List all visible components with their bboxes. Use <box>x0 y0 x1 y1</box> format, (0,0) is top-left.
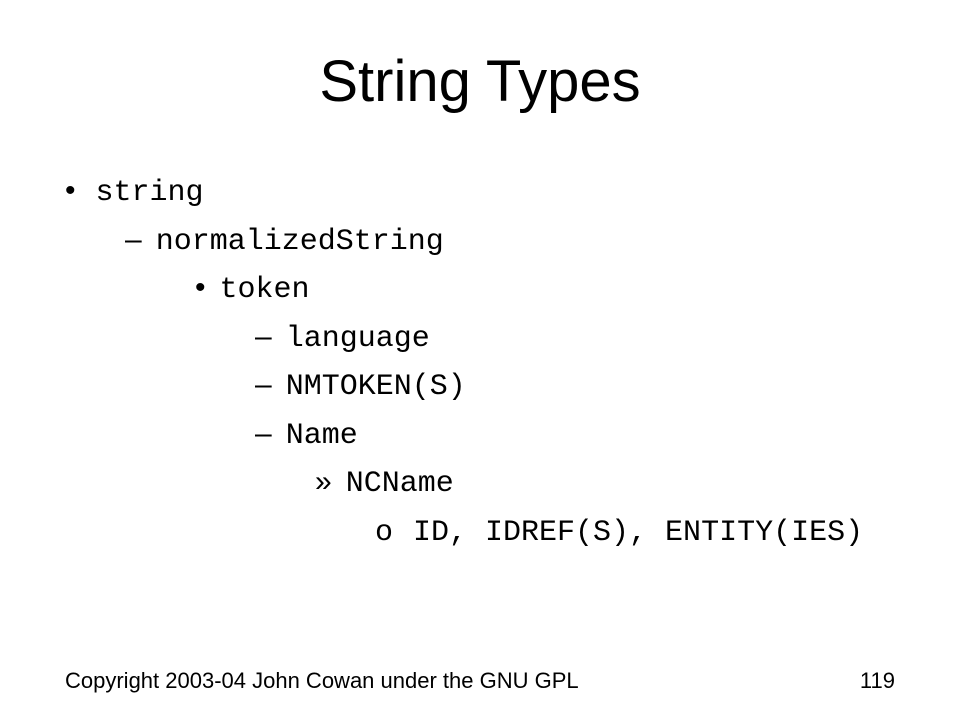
list-item: normalizedString <box>125 217 920 266</box>
slide: String Types string normalizedString tok… <box>0 0 960 720</box>
slide-title: String Types <box>0 48 960 115</box>
slide-content: string normalizedString token language N… <box>65 168 920 556</box>
list-item: language <box>255 314 920 363</box>
list-item: string <box>65 168 920 217</box>
list-text: language <box>286 322 430 356</box>
page-number: 119 <box>860 668 895 694</box>
list-item: NCName <box>315 459 920 508</box>
list-item: Name <box>255 411 920 460</box>
list-text: NMTOKEN(S) <box>286 370 466 404</box>
slide-footer: Copyright 2003-04 John Cowan under the G… <box>65 668 895 694</box>
list-text: normalizedString <box>156 225 444 259</box>
copyright-text: Copyright 2003-04 John Cowan under the G… <box>65 668 579 694</box>
list-text: string <box>96 176 204 210</box>
list-item: ID, IDREF(S), ENTITY(IES) <box>375 508 920 557</box>
list-text: ID, IDREF(S), ENTITY(IES) <box>413 516 863 550</box>
list-text: token <box>220 273 310 307</box>
list-item: token <box>195 265 920 314</box>
list-text: NCName <box>346 467 454 501</box>
list-text: Name <box>286 419 358 453</box>
list-item: NMTOKEN(S) <box>255 362 920 411</box>
